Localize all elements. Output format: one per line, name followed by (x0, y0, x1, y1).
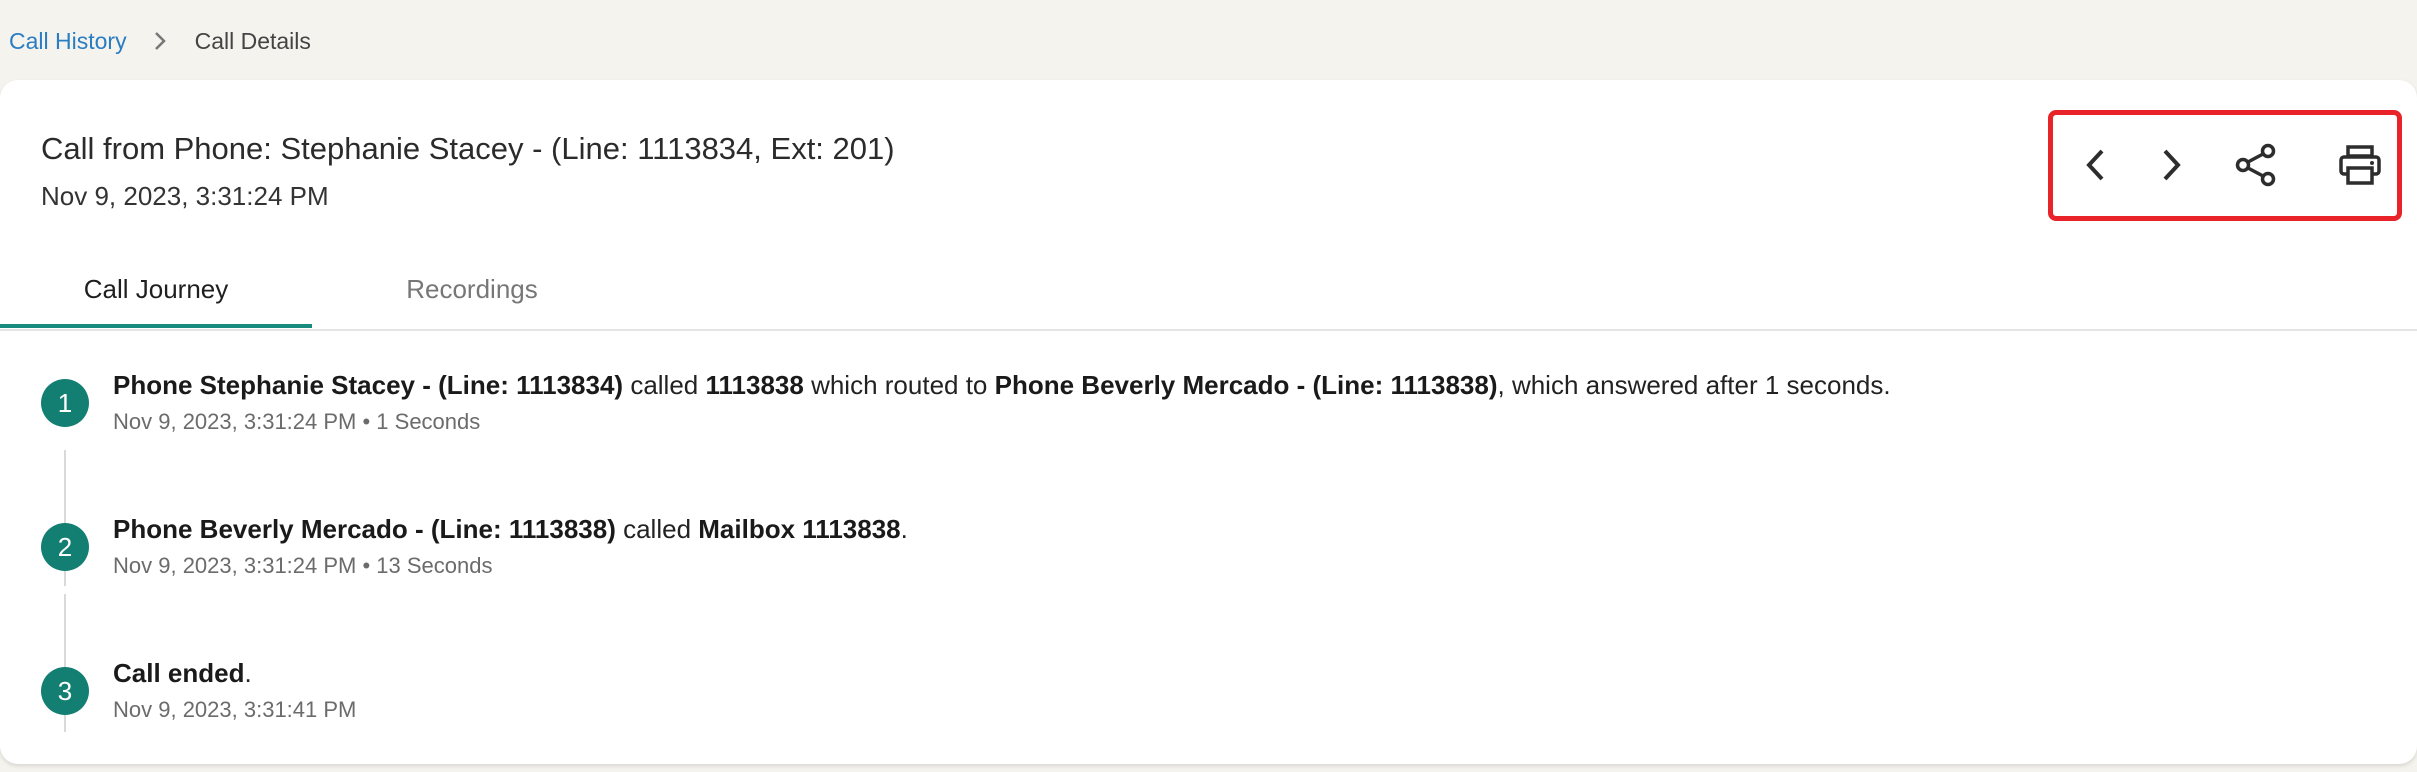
step-entity: Mailbox 1113838 (698, 514, 901, 544)
step-number-badge: 1 (41, 379, 89, 427)
chevron-right-icon (2163, 149, 2181, 181)
step-number-badge: 2 (41, 523, 89, 571)
print-icon (2339, 145, 2381, 185)
action-toolbar (2048, 110, 2402, 221)
step-number-badge: 3 (41, 667, 89, 715)
step-description: Phone Stephanie Stacey - (Line: 1113834)… (113, 370, 1891, 401)
breadcrumb-call-history-link[interactable]: Call History (9, 28, 127, 55)
step-timestamp: Nov 9, 2023, 3:31:24 PM • 13 Seconds (113, 553, 493, 578)
call-details-card: Call from Phone: Stephanie Stacey - (Lin… (0, 80, 2417, 764)
step-timestamp: Nov 9, 2023, 3:31:41 PM (113, 697, 357, 722)
step-text-fragment: . (244, 658, 252, 688)
tab-call-journey[interactable]: Call Journey (0, 251, 312, 327)
share-icon (2235, 143, 2276, 187)
step-entity: Phone Beverly Mercado - (Line: 1113838) (994, 370, 1498, 400)
step-description: Call ended. (113, 658, 252, 689)
step-text-fragment: which routed to (803, 370, 995, 400)
step-entity: Phone Stephanie Stacey - (Line: 1113834) (113, 370, 624, 400)
step-description: Phone Beverly Mercado - (Line: 1113838) … (113, 514, 908, 545)
page-title: Call from Phone: Stephanie Stacey - (Lin… (41, 131, 895, 166)
step-entity: Phone Beverly Mercado - (Line: 1113838) (113, 514, 616, 544)
step-timestamp: Nov 9, 2023, 3:31:24 PM • 1 Seconds (113, 409, 481, 434)
step-text-fragment: called (623, 370, 706, 400)
step-entity: 1113838 (705, 370, 804, 400)
breadcrumb: Call History Call Details (9, 26, 311, 56)
breadcrumb-current: Call Details (194, 27, 311, 54)
call-datetime: Nov 9, 2023, 3:31:24 PM (41, 181, 329, 211)
chevron-left-icon (2086, 149, 2104, 181)
step-entity: Call ended (113, 658, 245, 688)
share-button[interactable] (2224, 133, 2288, 197)
tab-divider (0, 329, 2417, 331)
previous-call-button[interactable] (2064, 133, 2128, 197)
print-button[interactable] (2328, 133, 2392, 197)
chevron-right-icon (153, 31, 167, 51)
step-text-fragment: . (900, 514, 908, 544)
step-text-fragment: , which answered after 1 seconds. (1497, 370, 1891, 400)
active-tab-indicator (0, 324, 312, 328)
next-call-button[interactable] (2139, 133, 2203, 197)
tab-recordings[interactable]: Recordings (312, 251, 632, 327)
step-text-fragment: called (615, 514, 699, 544)
